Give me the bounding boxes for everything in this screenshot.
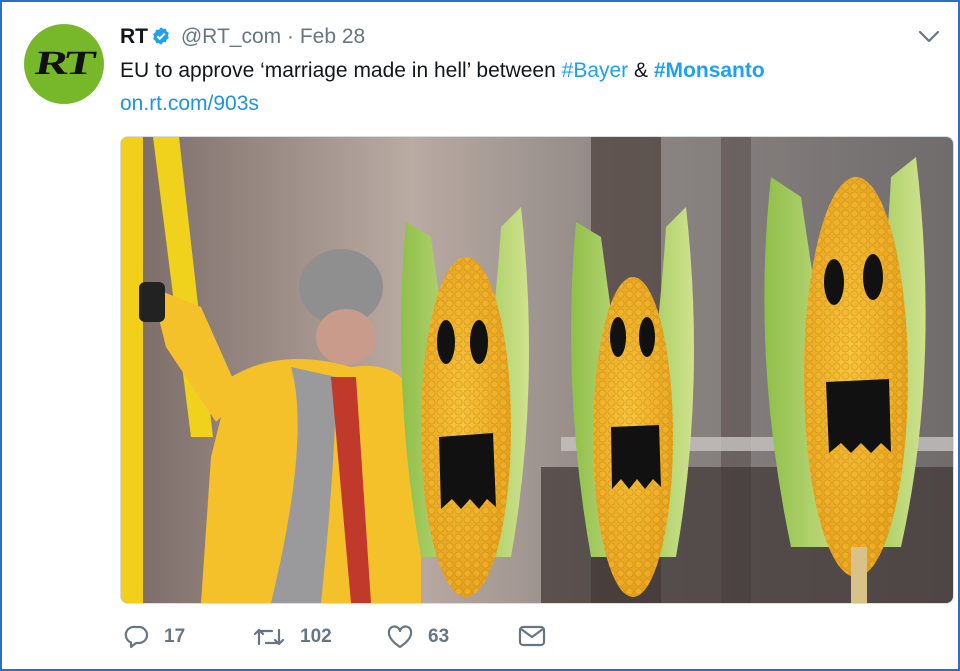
reply-icon (124, 624, 150, 650)
tweet-text: EU to approve ‘marriage made in hell’ be… (120, 57, 765, 85)
hashtag-bayer[interactable]: #Bayer (562, 59, 629, 82)
avatar[interactable]: RT (24, 24, 104, 104)
tweet-date[interactable]: Feb 28 (300, 25, 365, 48)
like-button[interactable]: 63 (386, 624, 449, 650)
tweet-link[interactable]: on.rt.com/903s (120, 90, 259, 118)
avatar-logo-text: RT (32, 45, 96, 82)
tweet-header: RT @RT_com · Feb 28 (120, 24, 365, 53)
hashtag-monsanto[interactable]: #Monsanto (654, 59, 765, 82)
header-separator: · (286, 25, 294, 48)
tweet-photo[interactable] (120, 136, 954, 604)
like-count: 63 (428, 626, 450, 647)
retweet-icon (252, 624, 286, 650)
account-name[interactable]: RT (120, 25, 148, 48)
tweet-text-part: & (628, 59, 654, 82)
reply-count: 17 (164, 626, 186, 647)
direct-message-icon (518, 624, 546, 648)
protest-photo-illustration (121, 137, 953, 603)
chevron-down-icon[interactable] (918, 30, 940, 49)
like-icon (386, 624, 414, 650)
account-handle[interactable]: @RT_com (181, 25, 281, 48)
reply-button[interactable]: 17 (124, 624, 185, 650)
tweet-text-part: EU to approve ‘marriage made in hell’ be… (120, 59, 562, 82)
retweet-button[interactable]: 102 (252, 624, 332, 650)
verified-badge-icon (151, 26, 171, 53)
retweet-count: 102 (300, 626, 332, 647)
tweet-card: RT RT @RT_com · Feb 28 EU to approve ‘ma… (0, 0, 960, 671)
direct-message-button[interactable] (518, 624, 546, 648)
